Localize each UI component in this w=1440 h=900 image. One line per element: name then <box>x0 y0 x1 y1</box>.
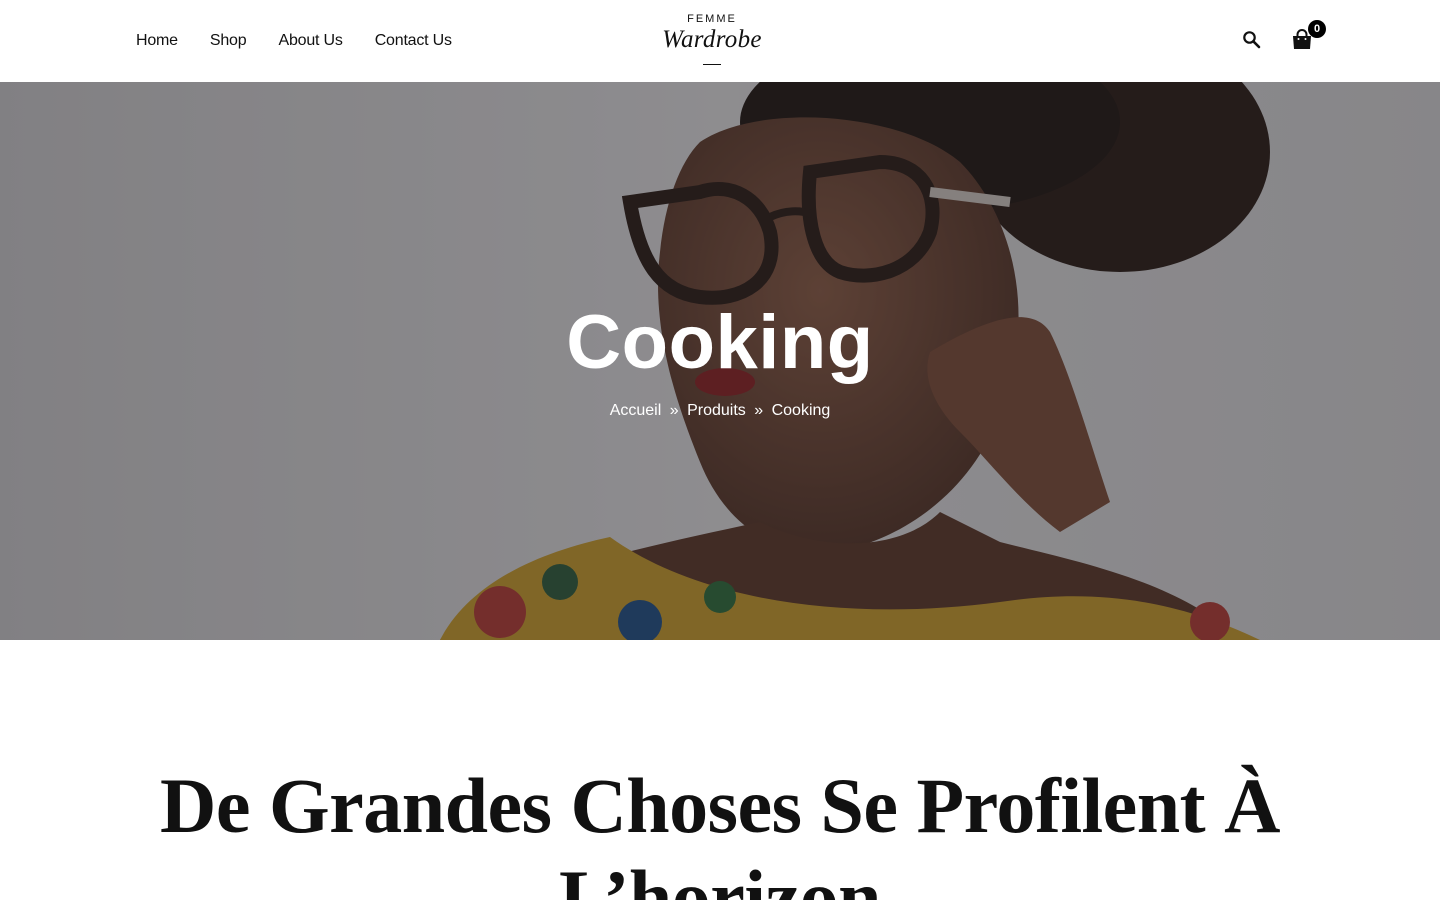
breadcrumb-products-link[interactable]: Produits <box>687 402 746 419</box>
breadcrumb-separator: » <box>754 402 764 419</box>
site-header: Home Shop About Us Contact Us FEMME Ward… <box>0 0 1440 82</box>
nav-about-link[interactable]: About Us <box>278 30 342 52</box>
page-title: Cooking <box>566 300 874 385</box>
nav-contact-link[interactable]: Contact Us <box>375 30 452 52</box>
breadcrumb-home-link[interactable]: Accueil <box>610 402 662 419</box>
section-heading: De Grandes Choses Se Profilent À L’horiz… <box>160 762 1281 900</box>
logo-top-text: FEMME <box>687 13 737 25</box>
header-actions: 0 <box>1238 20 1330 60</box>
nav-shop-link[interactable]: Shop <box>210 30 247 52</box>
breadcrumb-separator: » <box>669 402 679 419</box>
nav-home-link[interactable]: Home <box>136 30 178 52</box>
search-icon <box>1243 31 1261 49</box>
breadcrumb: Accueil » Produits » Cooking <box>0 400 1440 422</box>
main-nav: Home Shop About Us Contact Us <box>136 30 452 52</box>
logo-main-text: Wardrobe <box>662 26 762 53</box>
site-logo[interactable]: FEMME Wardrobe <box>640 13 784 65</box>
logo-underline <box>703 64 721 65</box>
search-button[interactable] <box>1242 30 1262 50</box>
cart-count-badge: 0 <box>1308 20 1326 38</box>
breadcrumb-current: Cooking <box>771 402 831 419</box>
hero-banner: Cooking Accueil » Produits » Cooking <box>0 82 1440 640</box>
